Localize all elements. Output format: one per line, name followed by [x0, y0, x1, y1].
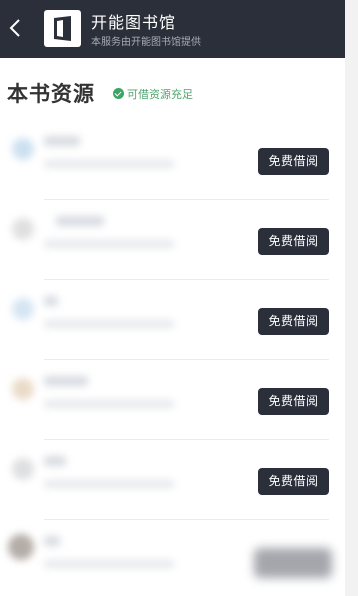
- source-detail-placeholder: [44, 560, 174, 568]
- back-button[interactable]: [6, 14, 24, 42]
- borrow-button[interactable]: 免费借阅: [258, 148, 329, 175]
- source-name-placeholder: [44, 136, 80, 146]
- check-circle-icon: [113, 88, 124, 99]
- source-avatar: [12, 378, 34, 400]
- library-logo: [44, 10, 81, 47]
- source-detail-placeholder: [44, 480, 174, 488]
- list-item: 免费借阅: [0, 440, 345, 520]
- source-avatar: [12, 218, 34, 240]
- borrow-button[interactable]: 免费借阅: [258, 388, 329, 415]
- list-item: 免费借阅: [0, 120, 345, 200]
- source-name-placeholder: [44, 296, 58, 306]
- source-name-placeholder: [44, 376, 88, 386]
- source-avatar: [12, 138, 34, 160]
- scroll-edge: [345, 0, 358, 596]
- list-item: 免费借阅: [0, 280, 345, 360]
- list-item: 免费借阅: [0, 200, 345, 280]
- section-title: 本书资源: [7, 82, 95, 106]
- source-name-placeholder: [44, 536, 60, 546]
- source-name-placeholder: [44, 456, 66, 466]
- source-detail-placeholder: [44, 320, 174, 328]
- source-name-placeholder: [56, 216, 104, 226]
- door-logo-icon: [54, 16, 71, 41]
- list-item: 免费借阅: [0, 360, 345, 440]
- availability-status: 可借资源充足: [113, 86, 193, 102]
- source-avatar: [12, 298, 34, 320]
- availability-status-text: 可借资源充足: [127, 88, 193, 101]
- borrow-button[interactable]: 免费借阅: [258, 228, 329, 255]
- header-subtitle: 本服务由开能图书馆提供: [91, 37, 201, 48]
- source-detail-placeholder: [44, 240, 174, 248]
- section-header: 本书资源 可借资源充足: [7, 78, 193, 106]
- borrow-button-blurred[interactable]: [254, 548, 332, 578]
- borrow-button[interactable]: 免费借阅: [258, 468, 329, 495]
- source-avatar: [12, 458, 34, 480]
- chevron-left-icon: [9, 19, 20, 37]
- source-detail-placeholder: [44, 160, 174, 168]
- list-item: [0, 520, 345, 596]
- header-title: 开能图书馆: [91, 13, 177, 32]
- source-avatar: [8, 534, 34, 560]
- resource-list: 免费借阅 免费借阅 免费借阅 免费借阅 免费借阅: [0, 120, 345, 596]
- borrow-button[interactable]: 免费借阅: [258, 308, 329, 335]
- app-header: 开能图书馆 本服务由开能图书馆提供: [0, 0, 345, 58]
- source-detail-placeholder: [44, 400, 174, 408]
